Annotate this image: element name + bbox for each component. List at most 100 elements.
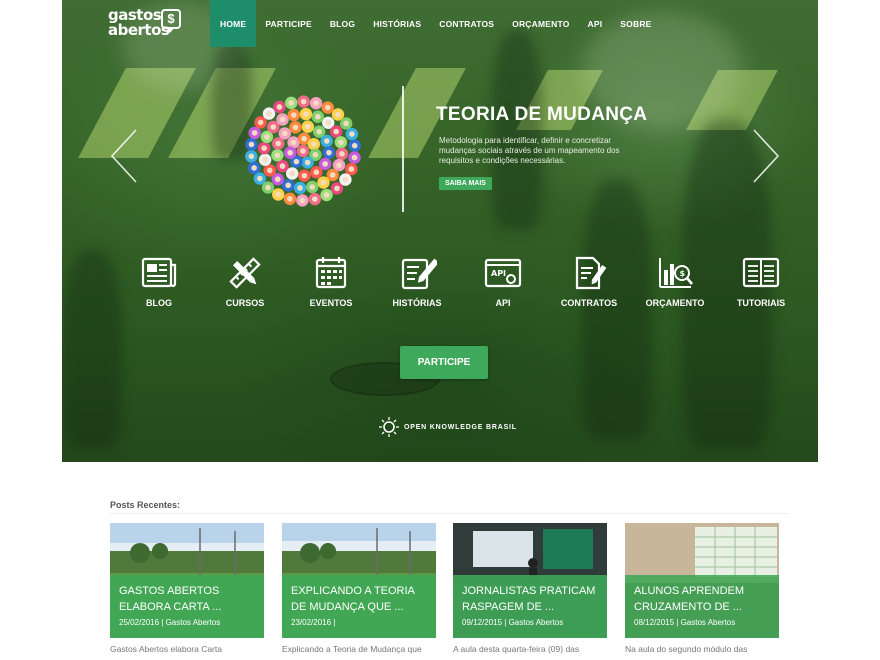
post-overlay: JORNALISTAS PRATICAM RASPAGEM DE ... 09/… (453, 575, 607, 638)
post-overlay: ALUNOS APRENDEM CRUZAMENTO DE ... 08/12/… (625, 575, 779, 638)
calendar-icon (315, 257, 347, 289)
pencil-wood (262, 156, 268, 163)
chevron-right-icon[interactable] (748, 128, 782, 184)
category-label-blog: BLOG (146, 298, 172, 308)
pencil-wood (287, 196, 293, 202)
pencil-wood (309, 184, 315, 190)
pencil-wood (334, 185, 340, 192)
background-person (62, 250, 122, 450)
pencil-wood (351, 142, 358, 149)
post-title: EXPLICANDO A TEORIA DE MUDANÇA QUE ... (291, 585, 415, 613)
posts-heading: Posts Recentes: (110, 500, 181, 510)
pencil-wood (311, 141, 317, 147)
category-label-contratos: CONTRATOS (560, 298, 618, 308)
nav-item-api[interactable]: API (579, 0, 612, 47)
pencil-wood (275, 191, 282, 198)
nav-item-home[interactable]: HOME (210, 0, 257, 47)
saiba-mais-button[interactable]: SAIBA MAIS (439, 177, 492, 190)
post-overlay: GASTOS ABERTOS ELABORA CARTA ... 25/02/2… (110, 575, 264, 638)
post-excerpt: A aula desta quarta-feira (09) das (453, 644, 580, 654)
pencil-wood (251, 165, 257, 171)
pencil-wood (276, 104, 283, 110)
category-label-cursos: CURSOS (225, 298, 265, 308)
chevron-left-icon[interactable] (108, 128, 142, 184)
category-label-api: API (495, 298, 511, 308)
pencil-wood (349, 131, 355, 137)
pencil-wood (274, 152, 281, 159)
category-label-historias: HISTÓRIAS (392, 298, 442, 308)
category-contratos[interactable]: CONTRATOS (544, 256, 634, 308)
api-window-icon: API (484, 258, 522, 288)
budget-chart-icon: $ (659, 258, 693, 288)
pencil-wood (322, 161, 328, 167)
nav-item-blog[interactable]: BLOG (321, 0, 364, 47)
post-meta: 09/12/2015 | Gastos Abertos (462, 618, 564, 627)
category-tutoriais[interactable]: TUTORIAIS (716, 256, 806, 308)
dollar-speech-icon: $ (161, 9, 181, 33)
svg-text:$: $ (680, 269, 686, 278)
pencil-wood (288, 100, 295, 106)
pencil-wood (275, 140, 282, 147)
category-blog[interactable]: BLOG (114, 256, 204, 308)
nav-item-participe[interactable]: PARTICIPE (256, 0, 321, 47)
post-card[interactable]: ALUNOS APRENDEM CRUZAMENTO DE ... 08/12/… (625, 523, 779, 638)
category-cursos[interactable]: CURSOS (200, 256, 290, 308)
post-title: GASTOS ABERTOS ELABORA CARTA ... (119, 585, 222, 613)
pencil-wood (248, 153, 255, 160)
pencil-wood (290, 139, 297, 146)
pencil-wood (311, 196, 318, 202)
post-card[interactable]: EXPLICANDO A TEORIA DE MUDANÇA QUE ... 2… (282, 523, 436, 638)
pencil-wood (316, 128, 322, 135)
post-excerpt: Na aula do segundo módulo das (625, 644, 748, 654)
pencil-wood (313, 100, 319, 106)
svg-text:API: API (491, 269, 506, 278)
pencil-wood (351, 154, 358, 161)
category-orcamento[interactable]: $ ORÇAMENTO (630, 256, 720, 308)
pencil-wood (335, 111, 341, 118)
newspaper-icon (141, 257, 177, 288)
category-label-eventos: EVENTOS (309, 298, 353, 308)
okbr-logo[interactable]: OPEN KNOWLEDGE BRASIL (378, 416, 517, 438)
ruler-pencil-icon (229, 257, 261, 289)
pencil-wood (323, 138, 330, 144)
pencil-wood (266, 167, 273, 174)
post-card[interactable]: GASTOS ABERTOS ELABORA CARTA ... 25/02/2… (110, 523, 264, 638)
nav-item-contratos[interactable]: CONTRATOS (430, 0, 503, 47)
category-api[interactable]: API API (458, 256, 548, 308)
pencil-wood (329, 172, 336, 178)
okbr-label: OPEN KNOWLEDGE BRASIL (404, 423, 517, 431)
pencil-wood (264, 134, 270, 140)
main-nav: HOME PARTICIPE BLOG HISTÓRIAS CONTRATOS … (210, 0, 661, 47)
pencil-wood (285, 182, 291, 189)
pencil-wood (348, 166, 355, 172)
site-logo[interactable]: gastos abertos $ (108, 8, 181, 38)
pencil-wood (287, 149, 293, 156)
post-card[interactable]: JORNALISTAS PRATICAM RASPAGEM DE ... 09/… (453, 523, 607, 638)
nav-item-sobre[interactable]: SOBRE (611, 0, 660, 47)
pencil-wood (300, 148, 306, 154)
pencil-wood (257, 175, 263, 182)
category-historias[interactable]: HISTÓRIAS (372, 256, 462, 308)
pencil-wood (266, 110, 272, 117)
notepad-icon (401, 258, 437, 290)
pencil-wood (326, 149, 332, 156)
participe-button[interactable]: PARTICIPE (400, 346, 488, 379)
pencil-wood (248, 141, 255, 148)
pencil-wood (299, 197, 306, 204)
okbr-sun-icon (379, 417, 399, 437)
nav-item-orcamento[interactable]: ORÇAMENTO (503, 0, 578, 47)
pencil-wood (289, 170, 295, 177)
pencil-wood (257, 119, 264, 126)
pencil-wood (315, 113, 321, 120)
pencil-wood (279, 116, 286, 123)
pencil-wood (291, 112, 297, 118)
pencil-wood (301, 135, 307, 142)
pencil-wood (312, 151, 319, 158)
pencil-wood (333, 128, 340, 135)
colored-pencils-image (245, 95, 361, 207)
nav-item-historias[interactable]: HISTÓRIAS (364, 0, 430, 47)
category-eventos[interactable]: EVENTOS (286, 256, 376, 308)
pencil-wood (301, 172, 308, 179)
pencil-wood (320, 179, 327, 186)
pencil-wood (274, 176, 281, 183)
